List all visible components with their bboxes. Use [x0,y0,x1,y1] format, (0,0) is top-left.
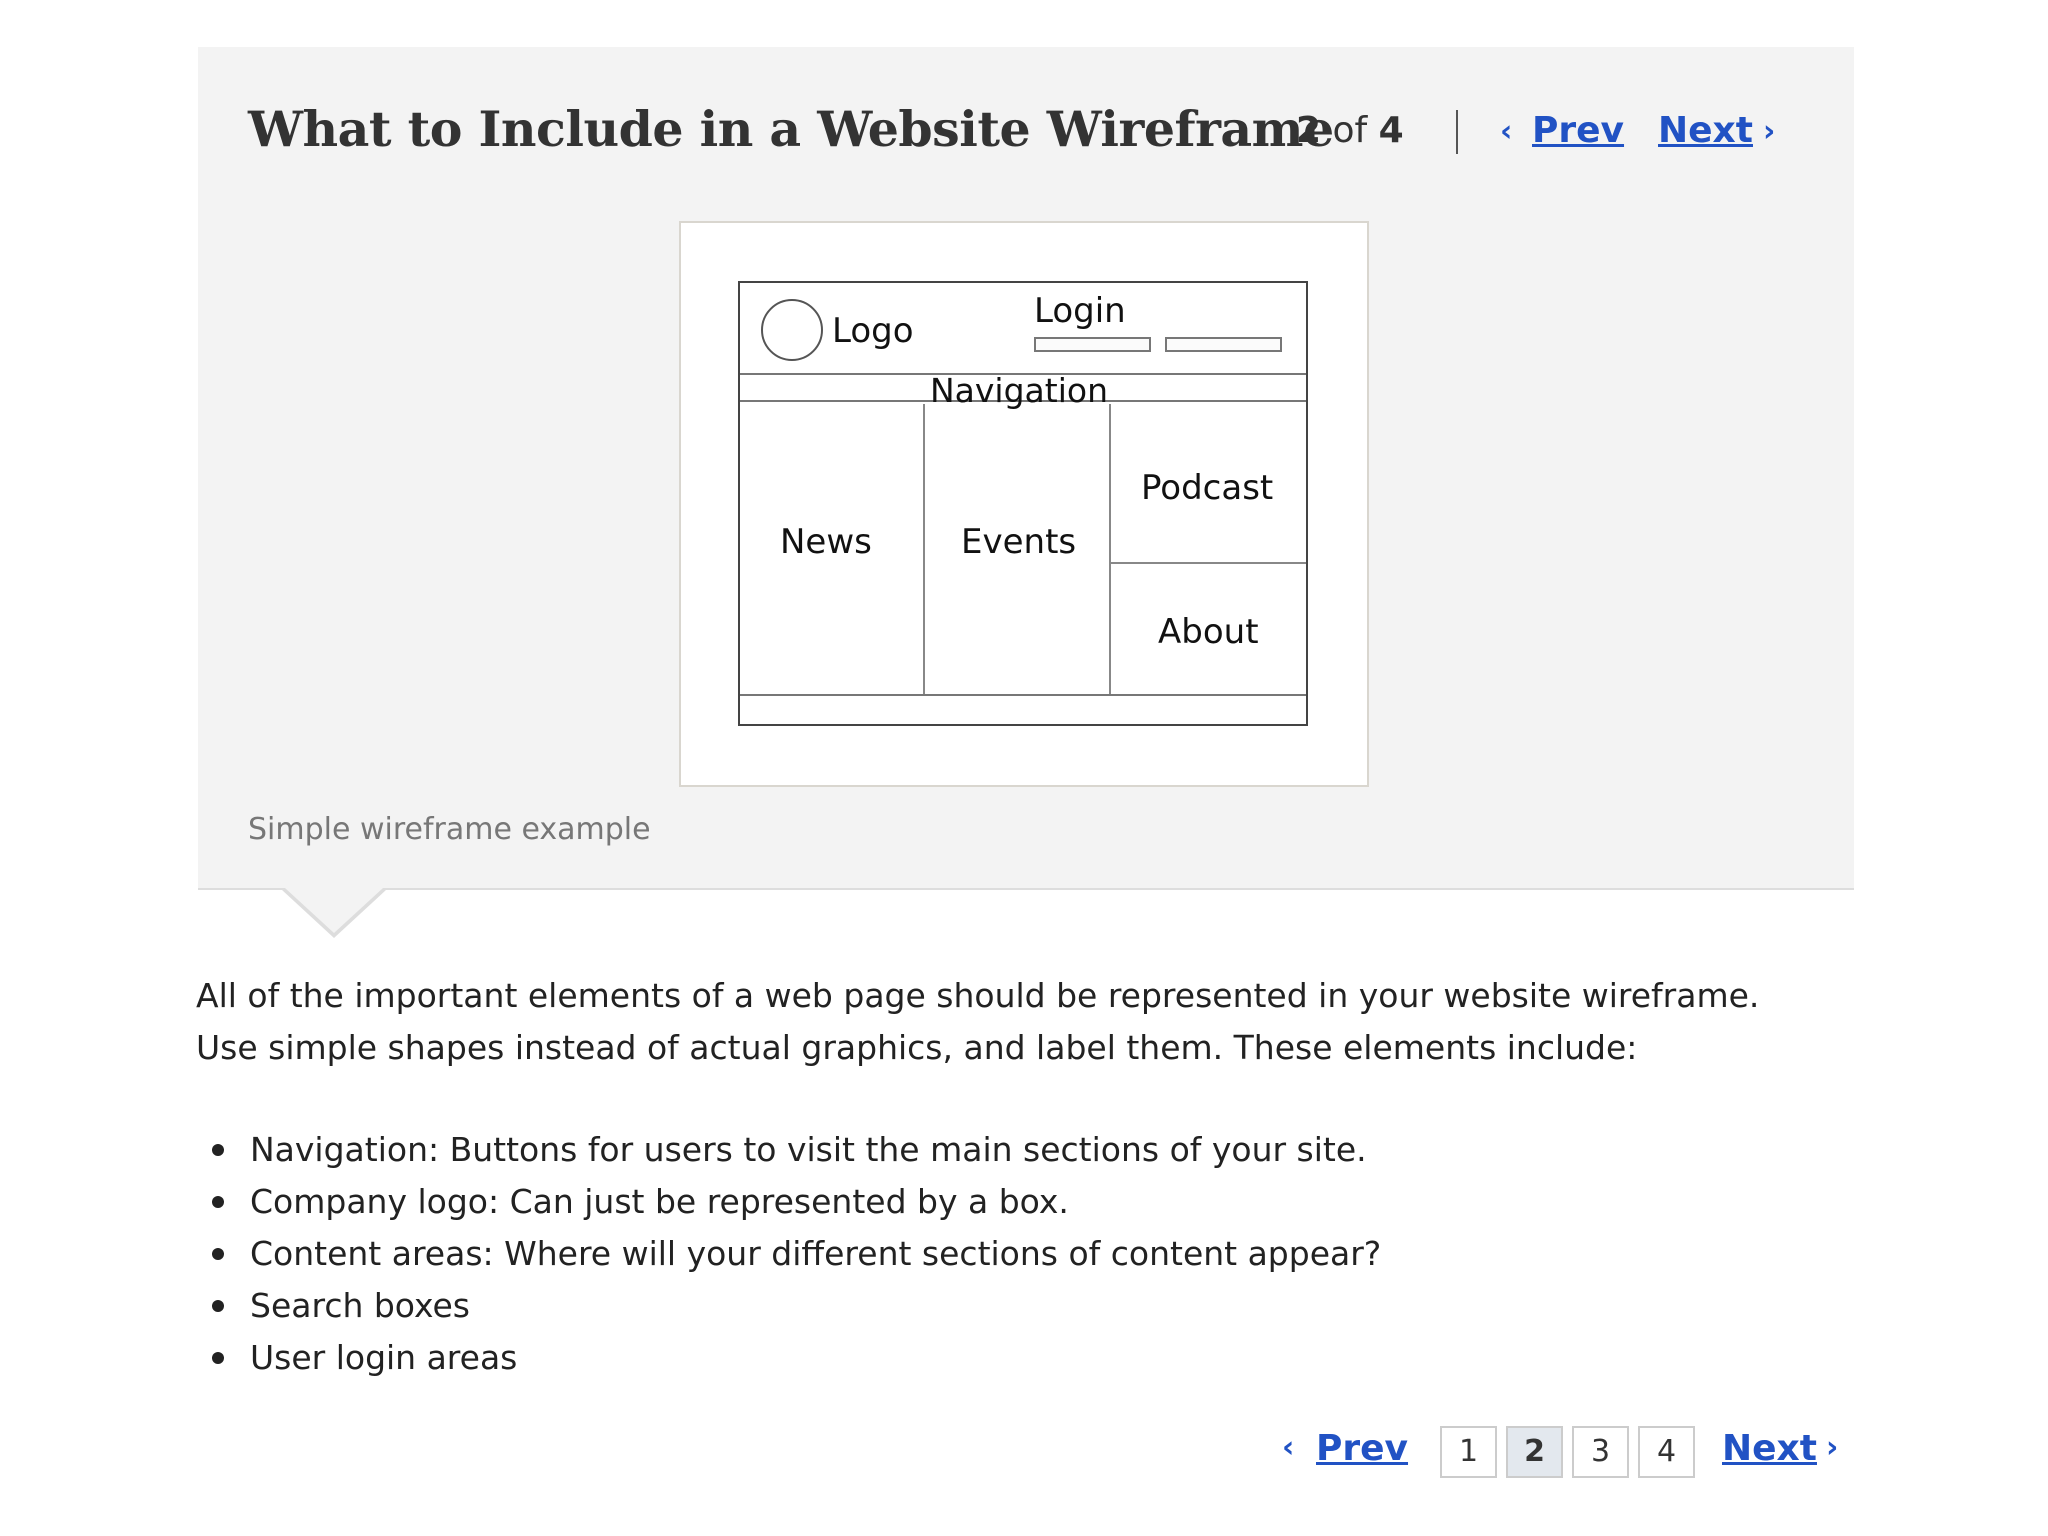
page-3-button[interactable]: 3 [1572,1426,1629,1478]
intro-line-2: Use simple shapes instead of actual grap… [196,1028,1638,1067]
wireframe-col-news: News [740,404,925,694]
page-4-button[interactable]: 4 [1638,1426,1695,1478]
list-item: Navigation: Buttons for users to visit t… [204,1124,1381,1176]
slide-counter-total: 4 [1378,110,1404,151]
next-link-top[interactable]: Next [1658,110,1753,151]
prev-link-top[interactable]: Prev [1532,110,1624,151]
wireframe-box-about: About [1111,566,1306,694]
bullet-dot-icon [212,1144,224,1156]
page-title: What to Include in a Website Wireframe [248,100,1334,158]
wireframe-login-field-2 [1165,337,1282,352]
wireframe-events-label: Events [961,522,1077,562]
wireframe-logo-circle [761,299,823,361]
caption-pointer [285,888,383,933]
wireframe-about-label: About [1158,612,1259,652]
bullet-dot-icon [212,1300,224,1312]
header-divider [1456,110,1458,154]
intro-line-1: All of the important elements of a web p… [196,976,1760,1015]
bullet-dot-icon [212,1248,224,1260]
intro-paragraph: All of the important elements of a web p… [196,970,1759,1074]
next-link-bottom[interactable]: Next [1722,1428,1817,1469]
wireframe-header: Logo Login [740,283,1306,375]
wireframe-login-field-1 [1034,337,1151,352]
list-item: Content areas: Where will your different… [204,1228,1381,1280]
bullet-dot-icon [212,1352,224,1364]
wireframe-logo-label: Logo [832,311,914,351]
list-item: User login areas [204,1332,1381,1384]
page-2-button[interactable]: 2 [1506,1426,1563,1478]
wireframe-login-label: Login [1034,291,1126,331]
wireframe-col-events: Events [925,404,1111,694]
prev-link-bottom[interactable]: Prev [1316,1428,1408,1469]
wireframe-box-podcast: Podcast [1111,404,1306,564]
page-1-button[interactable]: 1 [1440,1426,1497,1478]
wireframe-footer [740,694,1306,696]
slide-counter-of: of [1332,110,1368,151]
element-list: Navigation: Buttons for users to visit t… [204,1124,1381,1384]
slide-counter-current: 2 [1296,110,1322,151]
list-item: Search boxes [204,1280,1381,1332]
chevron-left-icon[interactable]: ‹ [1282,1430,1294,1465]
wireframe-illustration: Logo Login Navigation News Events Podcas… [738,281,1308,726]
bullet-dot-icon [212,1196,224,1208]
list-item: Company logo: Can just be represented by… [204,1176,1381,1228]
wireframe-podcast-label: Podcast [1141,468,1274,508]
slide-counter: 2 of 4 [1296,110,1404,151]
chevron-left-icon[interactable]: ‹ [1500,114,1512,149]
wireframe-nav-bar: Navigation [740,371,1306,410]
chevron-right-icon[interactable]: › [1826,1430,1838,1465]
chevron-right-icon[interactable]: › [1763,114,1775,149]
wireframe-news-label: News [780,522,872,562]
figure-caption: Simple wireframe example [248,812,651,847]
